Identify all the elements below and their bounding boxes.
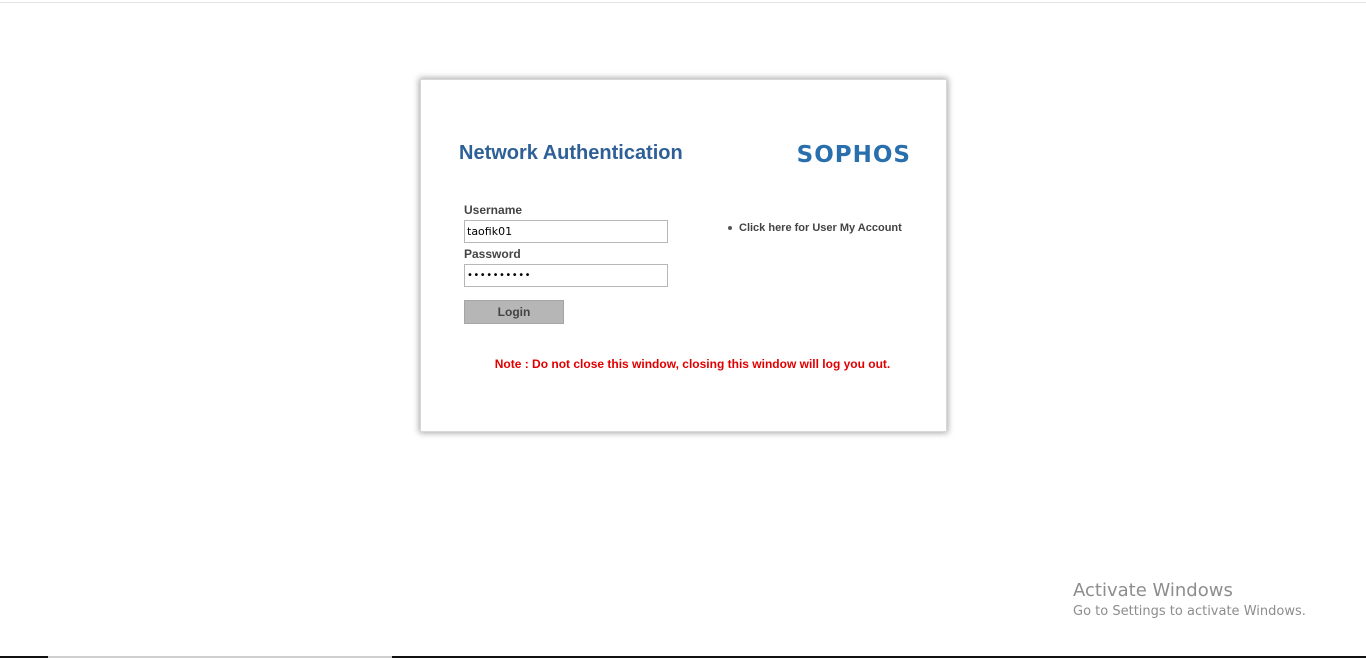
login-panel: Network Authentication SOPHOS Username P… xyxy=(420,79,947,432)
password-field[interactable] xyxy=(464,264,668,287)
watermark-subtitle: Go to Settings to activate Windows. xyxy=(1073,604,1306,619)
top-border xyxy=(0,2,1366,3)
login-button[interactable]: Login xyxy=(464,300,564,324)
user-account-link[interactable]: Click here for User My Account xyxy=(728,222,902,234)
password-label: Password xyxy=(464,247,521,261)
page-title: Network Authentication xyxy=(459,142,683,164)
logout-warning-note: Note : Do not close this window, closing… xyxy=(494,357,891,371)
username-label: Username xyxy=(464,203,523,217)
user-account-link-label: Click here for User My Account xyxy=(739,222,902,234)
windows-activation-watermark: Activate Windows Go to Settings to activ… xyxy=(1073,580,1306,619)
username-field[interactable] xyxy=(464,220,668,243)
watermark-title: Activate Windows xyxy=(1073,580,1233,601)
bullet-icon xyxy=(728,226,732,230)
sophos-logo: SOPHOS xyxy=(796,142,911,168)
